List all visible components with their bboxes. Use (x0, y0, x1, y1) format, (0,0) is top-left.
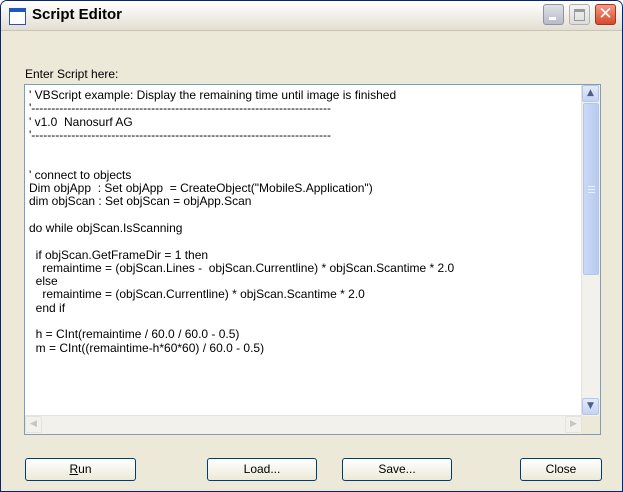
minimize-button[interactable] (543, 4, 564, 25)
script-text-area[interactable]: ' VBScript example: Display the remainin… (24, 84, 601, 435)
code-line: dim objScan : Set objScan = objApp.Scan (29, 194, 252, 209)
run-label: un (78, 462, 92, 476)
thumb-grip (588, 186, 595, 187)
code-line: else (29, 274, 58, 289)
close-icon: ✕ (598, 4, 613, 24)
maximize-icon (574, 9, 585, 21)
vertical-scrollbar[interactable]: ▲ ▼ (581, 85, 600, 416)
maximize-button (569, 4, 590, 25)
save-button[interactable]: Save... (342, 458, 452, 481)
vertical-scroll-thumb[interactable] (583, 103, 599, 275)
chevron-right-icon: ▶ (570, 419, 577, 429)
window-icon (9, 8, 26, 25)
thumb-grip (588, 189, 595, 190)
run-button[interactable]: Run (25, 458, 136, 481)
chevron-left-icon: ◀ (30, 419, 37, 429)
run-mnemonic: R (69, 462, 79, 476)
title-bar[interactable]: Script Editor ✕ (1, 1, 622, 31)
thumb-grip (588, 192, 595, 193)
code-line: '---------------------------------------… (29, 127, 331, 142)
load-button[interactable]: Load... (207, 458, 317, 481)
code-line: ' v1.0 Nanosurf AG (29, 114, 133, 129)
code-line: end if (29, 300, 66, 315)
scroll-left-button: ◀ (25, 416, 42, 433)
scroll-down-button[interactable]: ▼ (582, 398, 599, 415)
window-title: Script Editor (32, 6, 123, 23)
minimize-icon (549, 17, 556, 20)
code-line: do while objScan.IsScanning (29, 220, 183, 235)
code-line: m = CInt((remaintime-h*60*60) / 60.0 - 0… (29, 340, 265, 355)
scroll-up-button[interactable]: ▲ (582, 85, 599, 102)
chevron-up-icon: ▲ (587, 88, 594, 98)
code-line: ' connect to objects (29, 167, 132, 182)
close-window-button[interactable]: ✕ (595, 4, 616, 25)
code-line: h = CInt(remaintime / 60.0 / 60.0 - 0.5) (29, 327, 240, 342)
script-prompt-label: Enter Script here: (25, 67, 119, 81)
code-line: '---------------------------------------… (29, 101, 331, 116)
code-line: remaintime = (objScan.Currentline) * obj… (29, 287, 365, 302)
code-line: ' VBScript example: Display the remainin… (29, 89, 397, 102)
horizontal-scrollbar: ◀ ▶ (25, 415, 582, 434)
code-line: Dim objApp : Set objApp = CreateObject("… (29, 181, 373, 196)
scrollbar-corner (582, 416, 600, 434)
script-code[interactable]: ' VBScript example: Display the remainin… (29, 89, 594, 415)
close-button[interactable]: Close (520, 458, 602, 481)
code-line: if objScan.GetFrameDir = 1 then (29, 247, 209, 262)
code-line: remaintime = (objScan.Lines - objScan.Cu… (29, 260, 455, 275)
scroll-right-button: ▶ (565, 416, 582, 433)
script-editor-window: Script Editor ✕ Enter Script here: ' VBS… (0, 0, 623, 492)
chevron-down-icon: ▼ (587, 401, 594, 411)
